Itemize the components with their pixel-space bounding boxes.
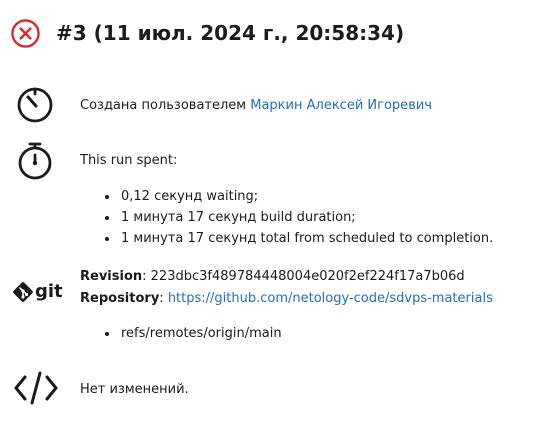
- timing-list: 0,12 секунд waiting; 1 минута 17 секунд …: [0, 186, 493, 249]
- list-item: 0,12 секунд waiting;: [119, 186, 493, 207]
- created-by-text: Создана пользователем Маркин Алексей Иго…: [80, 95, 432, 117]
- revision-line: Revision: 223dbc3f489784448004e020f2ef22…: [80, 266, 465, 288]
- repository-label: Repository: [80, 291, 160, 306]
- git-logo-text: git: [35, 281, 63, 302]
- list-item: 1 минута 17 секунд build duration;: [119, 207, 493, 228]
- code-icon: [13, 368, 58, 410]
- changes-text: Нет изменений.: [80, 382, 189, 397]
- refs-list: refs/remotes/origin/main: [0, 323, 282, 344]
- created-by-prefix: Создана пользователем: [80, 98, 247, 113]
- revision-label: Revision: [80, 269, 143, 284]
- repository-line: Repository: https://github.com/netology-…: [80, 288, 493, 310]
- timing-heading: This run spent:: [80, 153, 178, 168]
- timer-icon: [14, 84, 56, 126]
- git-logo-icon: git: [12, 280, 64, 304]
- user-link[interactable]: Маркин Алексей Игоревич: [250, 98, 432, 113]
- list-item: 1 минута 17 секунд total from scheduled …: [119, 228, 493, 249]
- build-page: #3 (11 июл. 2024 г., 20:58:34) Создана п…: [0, 0, 546, 439]
- build-header: #3 (11 июл. 2024 г., 20:58:34): [10, 17, 404, 49]
- repository-sep: :: [159, 291, 168, 306]
- repository-link[interactable]: https://github.com/netology-code/sdvps-m…: [168, 291, 493, 306]
- revision-value: : 223dbc3f489784448004e020f2ef224f17a7b0…: [142, 269, 465, 284]
- stopwatch-icon: [14, 140, 56, 182]
- build-title: #3 (11 июл. 2024 г., 20:58:34): [56, 21, 405, 45]
- list-item: refs/remotes/origin/main: [119, 323, 282, 344]
- close-circle-icon: [11, 18, 40, 48]
